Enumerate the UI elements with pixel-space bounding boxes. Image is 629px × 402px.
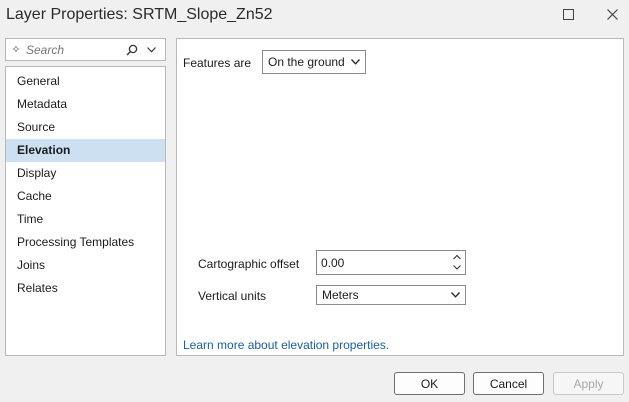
units-value: Meters — [322, 288, 359, 302]
search-input[interactable] — [26, 39, 122, 60]
sparkle-icon: ✧ — [11, 44, 21, 56]
features-value: On the ground — [268, 55, 345, 69]
features-dropdown[interactable]: On the ground — [262, 50, 366, 74]
nav-item-display[interactable]: Display — [6, 162, 165, 185]
nav-item-metadata[interactable]: Metadata — [6, 93, 165, 116]
offset-input[interactable] — [321, 255, 431, 270]
features-label: Features are — [183, 56, 252, 70]
nav-item-time[interactable]: Time — [6, 208, 165, 231]
nav-item-general[interactable]: General — [6, 70, 165, 93]
nav-item-joins[interactable]: Joins — [6, 254, 165, 277]
cancel-button[interactable]: Cancel — [473, 372, 544, 395]
units-label: Vertical units — [198, 289, 267, 303]
units-dropdown[interactable]: Meters — [316, 285, 466, 305]
search-box[interactable]: ✧ — [5, 38, 166, 61]
window-title: Layer Properties: SRTM_Slope_Zn52 — [6, 6, 273, 23]
maximize-button[interactable] — [546, 0, 590, 28]
apply-button[interactable]: Apply — [553, 372, 624, 395]
close-button[interactable] — [590, 0, 629, 28]
nav-item-source[interactable]: Source — [6, 116, 165, 139]
properties-nav: General Metadata Source Elevation Displa… — [5, 66, 166, 356]
search-icon[interactable] — [122, 44, 142, 56]
chevron-down-icon[interactable] — [142, 46, 160, 53]
nav-item-processing-templates[interactable]: Processing Templates — [6, 231, 165, 254]
nav-item-relates[interactable]: Relates — [6, 277, 165, 300]
spin-arrows-icon[interactable] — [452, 253, 462, 272]
chevron-down-icon — [451, 292, 460, 298]
help-link[interactable]: Learn more about elevation properties. — [183, 338, 389, 352]
elevation-panel: Features are On the ground Cartographic … — [176, 38, 624, 356]
title-bar: Layer Properties: SRTM_Slope_Zn52 — [0, 0, 629, 30]
offset-label: Cartographic offset — [198, 257, 300, 271]
nav-item-cache[interactable]: Cache — [6, 185, 165, 208]
close-icon — [606, 8, 618, 20]
ok-button[interactable]: OK — [394, 372, 465, 395]
offset-stepper[interactable] — [316, 250, 466, 275]
chevron-down-icon — [351, 59, 360, 65]
nav-item-elevation[interactable]: Elevation — [6, 139, 165, 162]
maximize-icon — [562, 8, 574, 20]
